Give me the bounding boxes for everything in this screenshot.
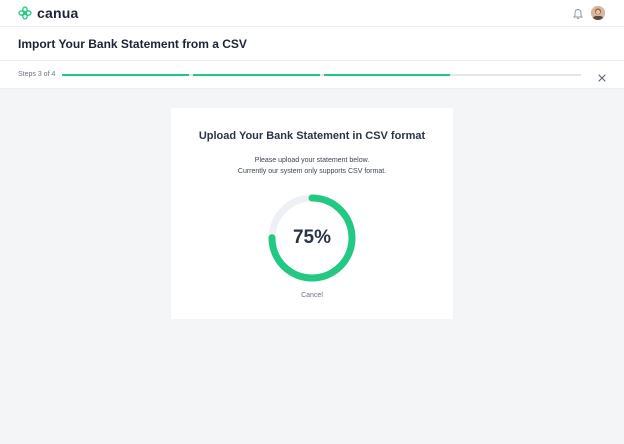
user-avatar[interactable]	[591, 6, 605, 20]
upload-card: Upload Your Bank Statement in CSV format…	[171, 108, 453, 319]
bell-icon[interactable]	[572, 7, 584, 20]
cancel-button[interactable]: Cancel	[287, 292, 337, 300]
step-progress-bar: Steps 3 of 4	[0, 61, 624, 89]
step-track	[62, 74, 581, 76]
step-segment-3	[323, 74, 451, 76]
upload-description: Please upload your statement below. Curr…	[171, 155, 453, 177]
close-icon[interactable]	[597, 70, 607, 82]
progress-percent: 75%	[292, 227, 332, 248]
description-line-2: Currently our system only supports CSV f…	[237, 168, 387, 175]
step-segment-2	[192, 74, 320, 76]
description-line-1: Please upload your statement below.	[254, 157, 370, 164]
canua-logo-icon	[18, 6, 32, 20]
brand-name: canua	[37, 5, 79, 21]
upload-title: Upload Your Bank Statement in CSV format	[198, 130, 426, 142]
step-label: Steps 3 of 4	[18, 71, 56, 78]
top-navbar: canua	[0, 0, 624, 27]
page-title: Import Your Bank Statement from a CSV	[18, 37, 247, 51]
page-header: Import Your Bank Statement from a CSV	[0, 27, 624, 61]
brand-logo[interactable]: canua	[18, 6, 78, 20]
step-segment-1	[62, 74, 189, 76]
